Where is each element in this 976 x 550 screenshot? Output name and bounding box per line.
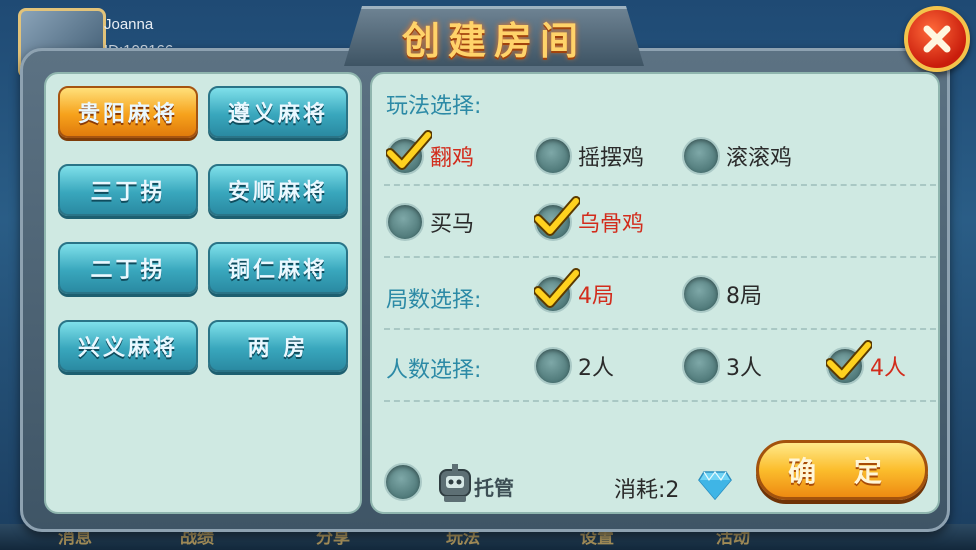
- option-label: 4人: [870, 356, 906, 381]
- divider: [384, 184, 936, 186]
- mode-guiyang-button[interactable]: 贵阳麻将: [58, 86, 198, 138]
- confirm-button[interactable]: 确 定: [756, 440, 928, 500]
- option-label: 摇摆鸡: [578, 146, 645, 171]
- divider: [384, 400, 936, 402]
- option-yaobaiji[interactable]: 摇摆鸡: [534, 136, 644, 176]
- option-maima[interactable]: 买马: [386, 202, 474, 242]
- players-label: 人数选择:: [386, 358, 482, 383]
- close-icon: [923, 25, 951, 53]
- option-label: 4局: [578, 284, 614, 309]
- option-label: 买马: [430, 212, 475, 237]
- radio: [682, 275, 720, 313]
- radio: [534, 347, 572, 385]
- radio: [682, 347, 720, 385]
- robot-label: 托管: [474, 476, 514, 500]
- username: Joanna: [104, 16, 154, 33]
- radio: [534, 196, 580, 241]
- radio: [534, 268, 580, 313]
- check-icon: [534, 196, 580, 236]
- radio: [682, 137, 720, 175]
- mode-sandingguai-button[interactable]: 三丁拐: [58, 164, 198, 216]
- radio: [386, 130, 432, 175]
- check-icon: [386, 130, 432, 170]
- divider: [384, 328, 936, 330]
- mode-zunyi-button[interactable]: 遵义麻将: [208, 86, 348, 138]
- radio: [384, 463, 422, 501]
- auto-play-toggle[interactable]: [384, 462, 422, 502]
- mode-liangfang-button[interactable]: 两 房: [208, 320, 348, 372]
- mode-tongren-button[interactable]: 铜仁麻将: [208, 242, 348, 294]
- cost-text: 消耗:2: [614, 478, 680, 503]
- option-label: 滚滚鸡: [726, 146, 793, 171]
- mode-erdingguai-button[interactable]: 二丁拐: [58, 242, 198, 294]
- mode-xingyi-button[interactable]: 兴义麻将: [58, 320, 198, 372]
- radio: [826, 340, 872, 385]
- option-fanji[interactable]: 翻鸡: [386, 130, 475, 176]
- option-gungunji[interactable]: 滚滚鸡: [682, 136, 792, 176]
- option-label: 3人: [726, 356, 762, 381]
- mode-anshun-button[interactable]: 安顺麻将: [208, 164, 348, 216]
- rounds-label: 局数选择:: [386, 288, 482, 313]
- diamond-icon: [698, 471, 732, 500]
- option-label: 8局: [726, 284, 762, 309]
- play-options-label: 玩法选择:: [386, 94, 482, 119]
- option-label: 乌骨鸡: [578, 212, 645, 237]
- option-label: 2人: [578, 356, 614, 381]
- option-4-rounds[interactable]: 4局: [534, 268, 614, 314]
- option-3-players[interactable]: 3人: [682, 346, 762, 386]
- option-label: 翻鸡: [430, 146, 475, 171]
- check-icon: [826, 340, 872, 380]
- option-8-rounds[interactable]: 8局: [682, 274, 762, 314]
- close-button[interactable]: [904, 6, 970, 72]
- dialog-title: 创建房间: [401, 18, 586, 63]
- robot-icon: 托管: [438, 462, 524, 506]
- divider: [384, 256, 936, 258]
- radio: [534, 137, 572, 175]
- check-icon: [534, 268, 580, 308]
- option-2-players[interactable]: 2人: [534, 346, 614, 386]
- radio: [386, 203, 424, 241]
- option-4-players[interactable]: 4人: [826, 340, 906, 386]
- option-wuguji[interactable]: 乌骨鸡: [534, 196, 645, 242]
